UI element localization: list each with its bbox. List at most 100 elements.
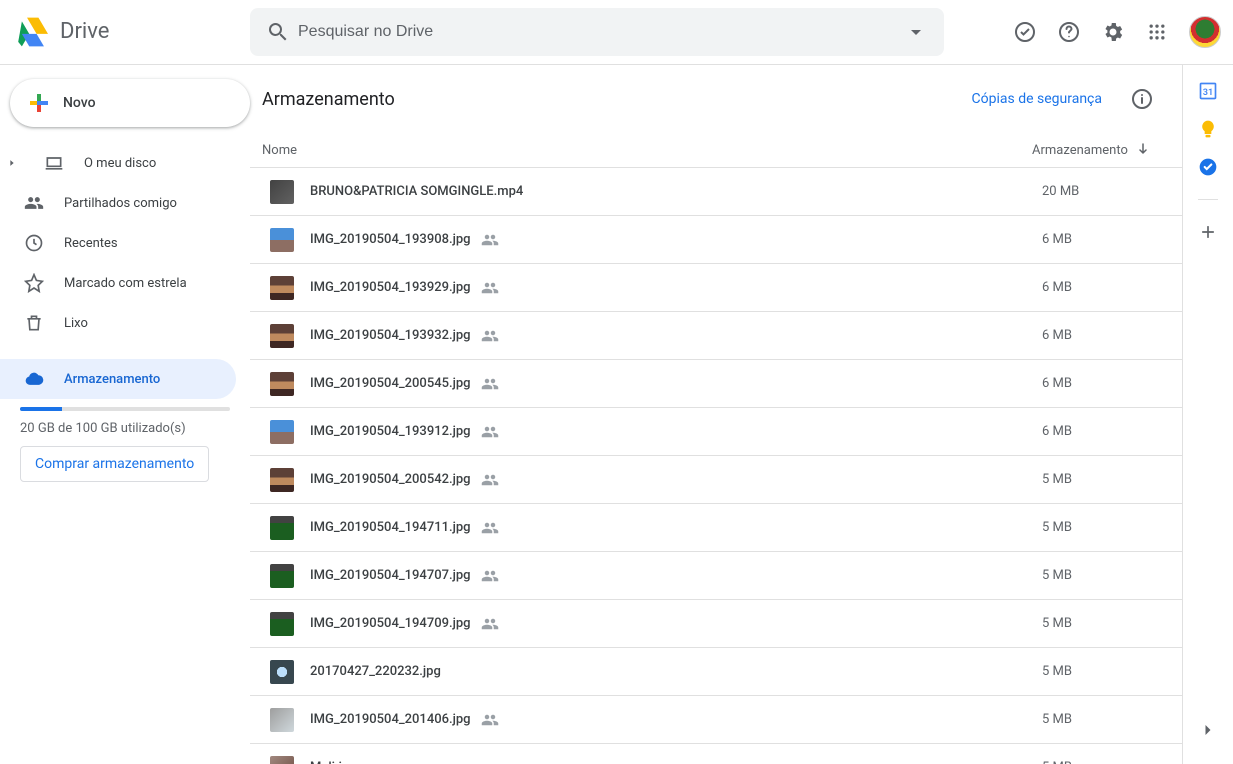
my-drive-icon — [44, 153, 64, 173]
trash-icon — [24, 313, 44, 333]
file-name: IMG_20190504_201406.jpg — [310, 712, 471, 727]
sidebar-item-shared[interactable]: Partilhados comigo — [0, 183, 236, 223]
file-name: BRUNO&PATRICIA SOMGINGLE.mp4 — [310, 184, 523, 199]
clock-icon — [24, 233, 44, 253]
storage-bar — [20, 407, 230, 411]
offline-status-icon[interactable] — [1005, 12, 1045, 52]
file-row[interactable]: IMG_20190504_201406.jpg 5 MB — [250, 696, 1182, 744]
sidebar-item-trash[interactable]: Lixo — [0, 303, 236, 343]
file-row[interactable]: IMG_20190504_193932.jpg6 MB — [250, 312, 1182, 360]
search-icon[interactable] — [258, 12, 298, 52]
column-name[interactable]: Nome — [262, 143, 1032, 158]
shared-indicator-icon — [481, 615, 499, 633]
storage-meter: 20 GB de 100 GB utilizado(s) Comprar arm… — [0, 403, 250, 482]
file-name: IMG_20190504_193912.jpg — [310, 424, 471, 439]
file-size: 6 MB — [1042, 280, 1162, 295]
new-button-label: Novo — [63, 95, 96, 111]
file-name: IMG_20190504_194709.jpg — [310, 616, 471, 631]
column-storage[interactable]: Armazenamento — [1032, 141, 1162, 159]
file-size: 5 MB — [1042, 472, 1162, 487]
file-name: IMG_20190504_193908.jpg — [310, 232, 471, 247]
search-input[interactable] — [298, 23, 896, 41]
search-bar[interactable] — [250, 8, 944, 56]
caret-right-icon — [6, 158, 18, 168]
file-name: IMG_20190504_200542.jpg — [310, 472, 471, 487]
brand-area[interactable]: Drive — [12, 12, 250, 52]
page-title: Armazenamento — [262, 89, 972, 110]
file-row[interactable]: BRUNO&PATRICIA SOMGINGLE.mp4 20 MB — [250, 168, 1182, 216]
file-thumbnail — [270, 516, 294, 540]
file-size: 6 MB — [1042, 376, 1162, 391]
sidebar-item-recent[interactable]: Recentes — [0, 223, 236, 263]
keep-app-icon[interactable] — [1198, 119, 1218, 139]
calendar-app-icon[interactable]: 31 — [1198, 81, 1218, 101]
sidebar-item-label: Recentes — [64, 236, 118, 251]
tasks-app-icon[interactable] — [1198, 157, 1218, 177]
new-button[interactable]: Novo — [10, 79, 250, 127]
search-options-icon[interactable] — [896, 12, 936, 52]
file-row[interactable]: IMG_20190504_200542.jpg 5 MB — [250, 456, 1182, 504]
file-size: 5 MB — [1042, 760, 1162, 764]
plus-icon — [27, 91, 51, 115]
file-row[interactable]: Meli.jpg 5 MB — [250, 744, 1182, 764]
apps-grid-icon[interactable] — [1137, 12, 1177, 52]
help-icon[interactable] — [1049, 12, 1089, 52]
account-avatar[interactable] — [1189, 16, 1221, 48]
file-name: IMG_20190504_200545.jpg — [310, 376, 471, 391]
brand-text: Drive — [60, 19, 109, 44]
file-thumbnail — [270, 228, 294, 252]
file-row[interactable]: IMG_20190504_200545.jpg 6 MB — [250, 360, 1182, 408]
file-name: IMG_20190504_194707.jpg — [310, 568, 471, 583]
buy-storage-label: Comprar armazenamento — [35, 456, 194, 472]
file-thumbnail — [270, 420, 294, 444]
column-storage-label: Armazenamento — [1032, 143, 1128, 158]
file-size: 20 MB — [1042, 184, 1162, 199]
cloud-icon — [24, 369, 44, 389]
shared-indicator-icon — [481, 423, 499, 441]
info-icon[interactable] — [1122, 79, 1162, 119]
backups-link[interactable]: Cópias de segurança — [972, 91, 1102, 107]
file-size: 6 MB — [1042, 424, 1162, 439]
sidebar-item-label: O meu disco — [84, 156, 156, 171]
main-panel: Armazenamento Cópias de segurança Nome A… — [250, 65, 1183, 764]
sort-descending-icon — [1134, 141, 1152, 159]
file-thumbnail — [270, 180, 294, 204]
file-row[interactable]: IMG_20190504_193929.jpg6 MB — [250, 264, 1182, 312]
shared-indicator-icon — [481, 279, 499, 297]
file-row[interactable]: IMG_20190504_193908.jpg6 MB — [250, 216, 1182, 264]
file-size: 5 MB — [1042, 568, 1162, 583]
buy-storage-button[interactable]: Comprar armazenamento — [20, 446, 209, 482]
sidebar-item-storage[interactable]: Armazenamento — [0, 359, 236, 399]
file-list[interactable]: BRUNO&PATRICIA SOMGINGLE.mp4 20 MB IMG_201… — [250, 168, 1182, 764]
file-thumbnail — [270, 324, 294, 348]
file-size: 5 MB — [1042, 664, 1162, 679]
settings-gear-icon[interactable] — [1093, 12, 1133, 52]
shared-icon — [24, 193, 44, 213]
file-thumbnail — [270, 612, 294, 636]
file-size: 5 MB — [1042, 712, 1162, 727]
file-row[interactable]: IMG_20190504_194707.jpg 5 MB — [250, 552, 1182, 600]
shared-indicator-icon — [481, 519, 499, 537]
file-name: Meli.jpg — [310, 760, 357, 764]
file-row[interactable]: IMG_20190504_194711.jpg5 MB — [250, 504, 1182, 552]
main-header: Armazenamento Cópias de segurança — [250, 65, 1182, 133]
hide-panel-icon[interactable] — [1192, 714, 1224, 746]
shared-indicator-icon — [481, 471, 499, 489]
file-row[interactable]: IMG_20190504_194709.jpg5 MB — [250, 600, 1182, 648]
file-thumbnail — [270, 468, 294, 492]
file-thumbnail — [270, 660, 294, 684]
shared-indicator-icon — [481, 231, 499, 249]
sidebar-item-my-drive[interactable]: O meu disco — [0, 143, 236, 183]
file-thumbnail — [270, 564, 294, 588]
sidebar-item-label: Marcado com estrela — [64, 276, 187, 291]
get-addons-icon[interactable] — [1198, 222, 1218, 242]
file-row[interactable]: IMG_20190504_193912.jpg 6 MB — [250, 408, 1182, 456]
file-thumbnail — [270, 708, 294, 732]
file-row[interactable]: 20170427_220232.jpg5 MB — [250, 648, 1182, 696]
side-rail: 31 — [1183, 65, 1233, 764]
shared-indicator-icon — [481, 375, 499, 393]
shared-indicator-icon — [481, 567, 499, 585]
file-size: 6 MB — [1042, 328, 1162, 343]
sidebar-item-starred[interactable]: Marcado com estrela — [0, 263, 236, 303]
columns-header: Nome Armazenamento — [250, 133, 1182, 168]
